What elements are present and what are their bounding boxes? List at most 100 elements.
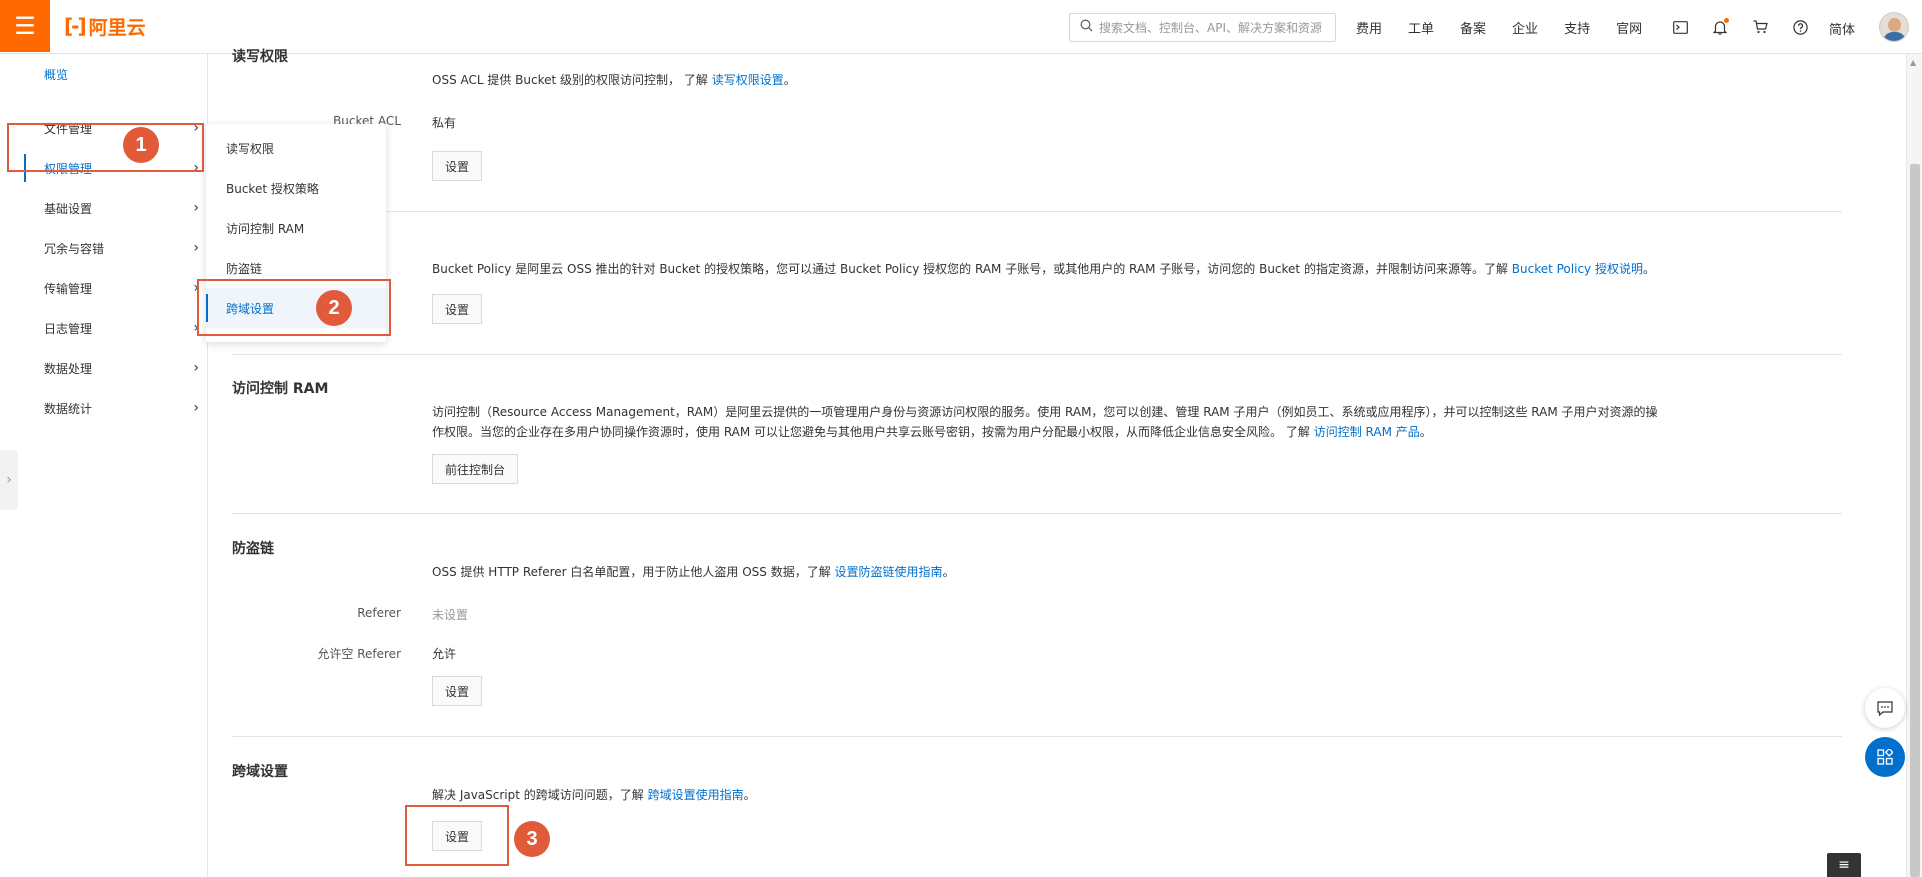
annotation-highlight-cors-button — [405, 805, 509, 866]
scrollbar-thumb[interactable] — [1910, 164, 1920, 877]
acl-settings-button[interactable]: 设置 — [432, 151, 483, 181]
empty-referer-value: 允许 — [432, 647, 457, 661]
sidebar-item-label: 数据处理 — [44, 361, 93, 376]
sidebar-item-log-management[interactable]: 日志管理 › — [24, 308, 199, 348]
policy-doc-link[interactable]: Bucket Policy 授权说明 — [1512, 262, 1643, 276]
chevron-right-icon: › — [193, 240, 199, 256]
acl-desc-suffix: 。 — [783, 73, 796, 87]
section-divider — [232, 736, 1842, 737]
user-avatar[interactable] — [1879, 12, 1909, 42]
chevron-right-icon: › — [193, 400, 199, 416]
apps-grid-icon — [1877, 749, 1893, 765]
policy-description: Bucket Policy 是阿里云 OSS 推出的针对 Bucket 的授权策… — [432, 259, 1655, 279]
section-title-referer: 防盗链 — [232, 541, 274, 557]
search-placeholder: 搜索文档、控制台、API、解决方案和资源 — [1099, 21, 1322, 35]
menu-lines-icon[interactable]: ≡ — [1827, 853, 1861, 877]
nav-support[interactable]: 支持 — [1564, 18, 1590, 37]
avatar-body-shape — [1883, 32, 1906, 41]
help-icon[interactable] — [1780, 19, 1820, 35]
sidebar-item-label: 日志管理 — [44, 321, 93, 336]
sidebar-item-label: 基础设置 — [44, 201, 93, 216]
cors-description: 解决 JavaScript 的跨域访问问题，了解 跨域设置使用指南。 — [432, 785, 756, 805]
top-icon-group — [1660, 0, 1820, 54]
sidebar-item-label: 冗余与容错 — [44, 241, 105, 256]
left-sidebar: 概览 文件管理 › 权限管理 › 基础设置 › 冗余与容错 › 传输管理 › 日… — [0, 54, 208, 877]
section-title-acl: 读写权限 — [232, 49, 288, 65]
page-scrollbar[interactable]: ▲ — [1906, 54, 1922, 877]
nav-official-site[interactable]: 官网 — [1616, 18, 1642, 37]
ram-desc-line2: 作权限。当您的企业存在多用户协同操作资源时，使用 RAM 可以让您避免与其他用户… — [432, 422, 1658, 442]
step-badge-3: 3 — [514, 821, 550, 857]
section-divider — [232, 211, 1842, 212]
referer-label: Referer — [357, 606, 401, 620]
sidebar-item-transfer-management[interactable]: 传输管理 › — [24, 268, 199, 308]
referer-description: OSS 提供 HTTP Referer 白名单配置，用于防止他人盗用 OSS 数… — [432, 562, 955, 582]
aliyun-logo-text: 阿里云 — [88, 16, 146, 39]
acl-doc-link[interactable]: 读写权限设置 — [712, 73, 784, 87]
section-title-ram: 访问控制 RAM — [232, 381, 329, 397]
chevron-right-icon: › — [193, 360, 199, 376]
top-navigation-bar: ☰ [-] 阿里云 搜索文档、控制台、API、解决方案和资源 费用 工单 备案 … — [0, 0, 1922, 54]
acl-description: OSS ACL 提供 Bucket 级别的权限访问控制， 了解 读写权限设置。 — [432, 70, 796, 90]
policy-settings-button[interactable]: 设置 — [432, 294, 483, 324]
ram-product-link[interactable]: 访问控制 RAM 产品 — [1314, 425, 1420, 439]
notification-dot — [1724, 17, 1729, 23]
acl-desc-text: OSS ACL 提供 Bucket 级别的权限访问控制， 了解 — [432, 73, 712, 87]
sidebar-item-data-processing[interactable]: 数据处理 › — [24, 348, 199, 388]
hamburger-menu-icon[interactable]: ☰ — [0, 0, 50, 52]
sidebar-item-basic-settings[interactable]: 基础设置 › — [24, 188, 199, 228]
step-badge-1: 1 — [123, 127, 159, 163]
cors-guide-link[interactable]: 跨域设置使用指南 — [648, 788, 744, 802]
nav-billing[interactable]: 费用 — [1356, 18, 1382, 37]
nav-ticket[interactable]: 工单 — [1408, 18, 1434, 37]
language-switch[interactable]: 简体 — [1829, 19, 1855, 38]
annotation-highlight-permission — [7, 123, 204, 172]
submenu-item-bucket-policy[interactable]: Bucket 授权策略 — [206, 168, 386, 208]
search-input[interactable]: 搜索文档、控制台、API、解决方案和资源 — [1069, 13, 1336, 42]
step-badge-2: 2 — [316, 290, 352, 326]
nav-enterprise[interactable]: 企业 — [1512, 18, 1538, 37]
policy-desc-suffix: 。 — [1642, 262, 1655, 276]
top-nav-links: 费用 工单 备案 企业 支持 官网 — [1356, 0, 1668, 54]
cart-icon[interactable] — [1740, 20, 1780, 34]
ram-console-button[interactable]: 前往控制台 — [432, 454, 519, 484]
empty-referer-label: 允许空 Referer — [317, 647, 401, 661]
sidebar-expand-handle[interactable]: › — [0, 450, 18, 510]
nav-icp[interactable]: 备案 — [1460, 18, 1486, 37]
apps-shortcut-button[interactable] — [1865, 737, 1905, 777]
ram-desc-text: 作权限。当您的企业存在多用户协同操作资源时，使用 RAM 可以让您避免与其他用户… — [432, 425, 1314, 439]
terminal-icon[interactable] — [1660, 20, 1700, 34]
section-divider — [232, 513, 1842, 514]
section-title-cors: 跨域设置 — [232, 764, 288, 780]
cors-desc-suffix: 。 — [743, 788, 756, 802]
referer-settings-button[interactable]: 设置 — [432, 676, 483, 706]
ram-description: 访问控制（Resource Access Management，RAM）是阿里云… — [432, 402, 1658, 442]
referer-desc-suffix: 。 — [942, 565, 955, 579]
bell-icon[interactable] — [1700, 17, 1740, 35]
sidebar-item-label: 传输管理 — [44, 281, 93, 296]
sidebar-item-data-statistics[interactable]: 数据统计 › — [24, 388, 199, 428]
chat-icon — [1877, 700, 1893, 716]
sidebar-item-redundancy[interactable]: 冗余与容错 › — [24, 228, 199, 268]
section-divider — [232, 354, 1842, 355]
referer-guide-link[interactable]: 设置防盗链使用指南 — [835, 565, 943, 579]
sidebar-item-label: 概览 — [44, 67, 69, 82]
search-icon — [1080, 19, 1093, 36]
chevron-right-icon: › — [193, 200, 199, 216]
annotation-highlight-cors-menu — [197, 279, 391, 336]
sidebar-item-overview[interactable]: 概览 — [24, 54, 199, 94]
feedback-chat-button[interactable] — [1865, 688, 1905, 728]
aliyun-logo-mark: [-] — [64, 14, 87, 38]
referer-value: 未设置 — [432, 608, 469, 622]
submenu-item-ram[interactable]: 访问控制 RAM — [206, 208, 386, 248]
avatar-head-shape — [1888, 18, 1901, 32]
bucket-acl-value: 私有 — [432, 116, 457, 130]
submenu-item-acl[interactable]: 读写权限 — [206, 128, 386, 168]
ram-desc-suffix: 。 — [1419, 425, 1432, 439]
scroll-up-arrow-icon[interactable]: ▲ — [1910, 58, 1916, 67]
cors-desc-text: 解决 JavaScript 的跨域访问问题，了解 — [432, 788, 648, 802]
ram-desc-line1: 访问控制（Resource Access Management，RAM）是阿里云… — [432, 405, 1658, 419]
main-content: 读写权限 OSS ACL 提供 Bucket 级别的权限访问控制， 了解 读写权… — [209, 49, 1906, 877]
referer-desc-text: OSS 提供 HTTP Referer 白名单配置，用于防止他人盗用 OSS 数… — [432, 565, 835, 579]
aliyun-logo[interactable]: [-] 阿里云 — [64, 14, 146, 39]
